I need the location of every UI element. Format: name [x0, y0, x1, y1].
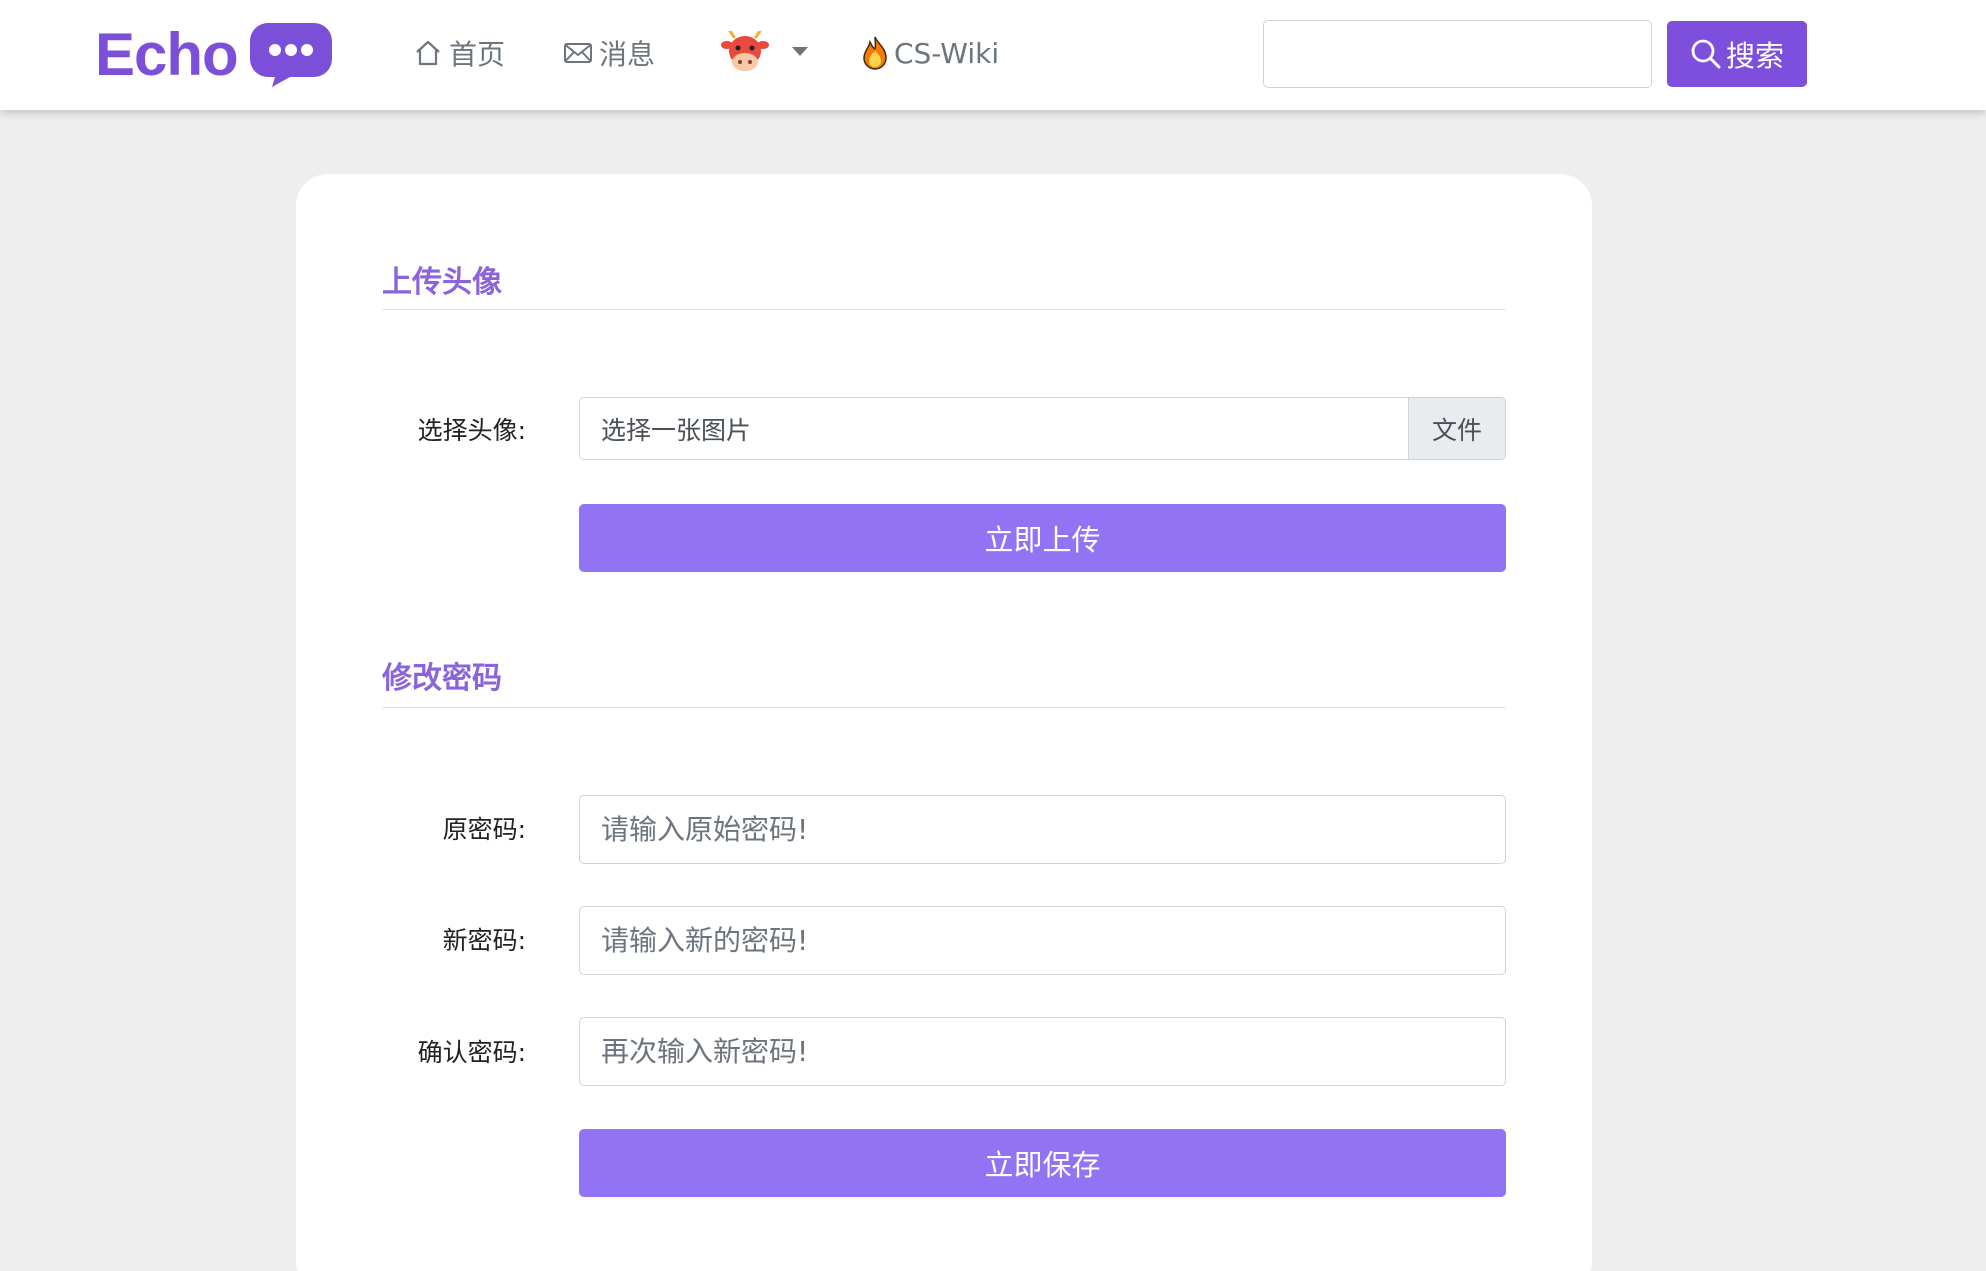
- upload-avatar-button[interactable]: 立即上传: [579, 504, 1506, 572]
- nav-messages-link[interactable]: 消息: [563, 30, 655, 76]
- user-menu-dropdown[interactable]: [720, 30, 808, 76]
- search-button[interactable]: 搜索: [1667, 21, 1807, 87]
- avatar-section-divider: [382, 309, 1506, 310]
- avatar-file-placeholder[interactable]: 选择一张图片: [580, 398, 1408, 459]
- brand-name: Echo: [95, 20, 239, 88]
- avatar-file-picker[interactable]: 选择一张图片 文件: [579, 397, 1506, 460]
- save-password-button[interactable]: 立即保存: [579, 1129, 1506, 1197]
- confirm-password-label: 确认密码:: [417, 1038, 526, 1067]
- password-section-title: 修改密码: [382, 661, 502, 696]
- chat-bubble-icon: [249, 23, 332, 87]
- search-button-label: 搜索: [1725, 39, 1784, 73]
- fire-icon: [863, 36, 887, 70]
- top-navbar: Echo 首页 消息 CS-Wiki 搜索: [0, 0, 1986, 110]
- new-password-input[interactable]: [579, 906, 1506, 975]
- nav-wiki-label: CS-Wiki: [894, 36, 1000, 70]
- nav-messages-label: 消息: [599, 38, 656, 71]
- browse-file-button[interactable]: 文件: [1408, 398, 1505, 459]
- nav-home-link[interactable]: 首页: [413, 30, 505, 76]
- search-input[interactable]: [1263, 20, 1652, 88]
- avatar-file-label: 选择头像:: [417, 416, 526, 445]
- nav-home-label: 首页: [449, 38, 506, 71]
- home-icon: [416, 40, 440, 66]
- brand-logo[interactable]: Echo: [95, 18, 334, 90]
- new-password-label: 新密码:: [442, 926, 526, 955]
- password-section-divider: [382, 707, 1506, 708]
- settings-card: 上传头像 选择头像: 选择一张图片 文件 立即上传 修改密码 原密码: 新密码:…: [296, 174, 1592, 1271]
- cow-avatar-icon: [721, 31, 769, 71]
- caret-down-icon: [792, 46, 808, 56]
- old-password-label: 原密码:: [442, 815, 526, 844]
- envelope-icon: [564, 43, 592, 63]
- nav-wiki-link[interactable]: CS-Wiki: [862, 30, 999, 76]
- search-icon: [1691, 39, 1721, 69]
- old-password-input[interactable]: [579, 795, 1506, 864]
- avatar-section-title: 上传头像: [382, 265, 502, 300]
- confirm-password-input[interactable]: [579, 1017, 1506, 1086]
